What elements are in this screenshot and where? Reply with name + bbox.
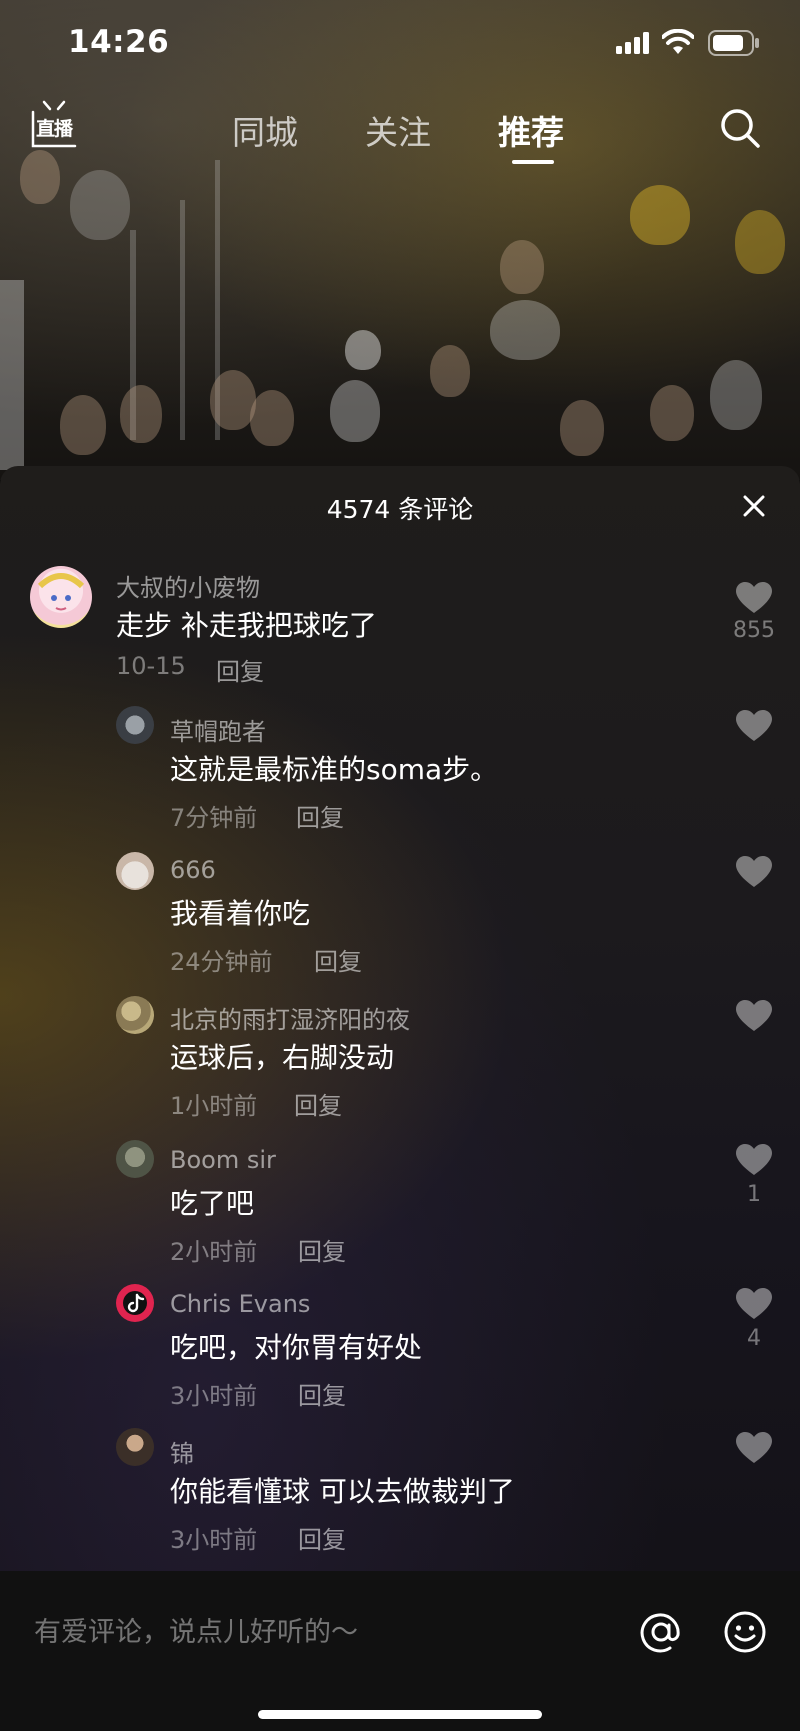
emoji-icon[interactable] bbox=[722, 1609, 768, 1655]
battery-icon bbox=[708, 30, 759, 56]
avatar[interactable] bbox=[116, 1428, 154, 1466]
top-navigation: 直播 同城 关注 推荐 bbox=[0, 96, 800, 166]
comment-input[interactable] bbox=[32, 1601, 596, 1663]
avatar[interactable] bbox=[30, 566, 92, 628]
comment-text: 你能看懂球 可以去做裁判了 bbox=[170, 1475, 515, 1508]
heart-icon[interactable] bbox=[736, 1288, 772, 1320]
signal-icon bbox=[616, 32, 649, 54]
heart-icon[interactable] bbox=[736, 582, 772, 614]
heart-icon[interactable] bbox=[736, 1000, 772, 1032]
avatar[interactable] bbox=[116, 706, 154, 744]
comment-author[interactable]: 锦 bbox=[170, 1434, 194, 1469]
live-icon[interactable]: 直播 bbox=[30, 100, 78, 150]
comment-input-bar bbox=[0, 1571, 800, 1731]
comment-text: 这就是最标准的soma步。 bbox=[170, 753, 499, 786]
comment-time: 3小时前 bbox=[170, 1526, 258, 1554]
reply-button[interactable]: 回复 bbox=[298, 1376, 346, 1411]
comment-time: 7分钟前 bbox=[170, 804, 258, 832]
avatar[interactable] bbox=[116, 852, 154, 890]
comment-time: 1小时前 bbox=[170, 1092, 258, 1120]
at-mention-icon[interactable] bbox=[638, 1609, 684, 1655]
reply-button[interactable]: 回复 bbox=[294, 1086, 342, 1121]
status-time: 14:26 bbox=[68, 24, 170, 60]
heart-icon[interactable] bbox=[736, 856, 772, 888]
tab-nearby[interactable]: 同城 bbox=[232, 106, 298, 154]
active-tab-indicator bbox=[512, 160, 554, 164]
heart-icon[interactable] bbox=[736, 710, 772, 742]
like-count: 855 bbox=[733, 618, 775, 643]
comment-author[interactable]: Chris Evans bbox=[170, 1290, 310, 1318]
heart-icon[interactable] bbox=[736, 1432, 772, 1464]
avatar[interactable] bbox=[116, 1140, 154, 1178]
close-icon[interactable] bbox=[738, 490, 770, 522]
comment-author[interactable]: 大叔的小废物 bbox=[116, 568, 260, 603]
reply-button[interactable]: 回复 bbox=[314, 942, 362, 977]
avatar[interactable] bbox=[116, 996, 154, 1034]
heart-icon[interactable] bbox=[736, 1144, 772, 1176]
comments-panel: 4574 条评论 大叔的小废物 走步 补走我把球吃了 10-15 回复 855 bbox=[0, 466, 800, 1571]
app-screen: 14:26 直播 同城 关注 推荐 4574 条评论 大叔的小废物 走步 补走我… bbox=[0, 0, 800, 1731]
comment-time: 2小时前 bbox=[170, 1238, 258, 1266]
comment-text: 走步 补走我把球吃了 bbox=[116, 609, 377, 642]
tab-recommended[interactable]: 推荐 bbox=[498, 106, 564, 154]
comment-count-title: 4574 条评论 bbox=[326, 495, 474, 524]
reply-button[interactable]: 回复 bbox=[216, 652, 264, 687]
comment-text: 我看着你吃 bbox=[170, 897, 311, 930]
wifi-icon bbox=[662, 29, 694, 54]
reply-button[interactable]: 回复 bbox=[296, 798, 344, 833]
like-count: 4 bbox=[747, 1326, 761, 1351]
reply-button[interactable]: 回复 bbox=[298, 1520, 346, 1555]
reply-button[interactable]: 回复 bbox=[298, 1232, 346, 1267]
avatar[interactable] bbox=[116, 1284, 154, 1322]
comment-author[interactable]: Boom sir bbox=[170, 1146, 276, 1174]
comment-author[interactable]: 草帽跑者 bbox=[170, 712, 266, 747]
comment-time: 3小时前 bbox=[170, 1382, 258, 1410]
comment-text: 吃了吧 bbox=[170, 1187, 255, 1220]
live-label: 直播 bbox=[35, 118, 73, 140]
comment-time: 10-15 bbox=[116, 652, 186, 680]
comment-author[interactable]: 666 bbox=[170, 856, 216, 884]
comment-time: 24分钟前 bbox=[170, 948, 273, 976]
search-icon[interactable] bbox=[718, 106, 762, 150]
home-indicator[interactable] bbox=[258, 1710, 542, 1719]
comment-text: 运球后，右脚没动 bbox=[170, 1041, 395, 1074]
like-count: 1 bbox=[747, 1182, 761, 1207]
status-bar: 14:26 bbox=[0, 0, 800, 86]
comment-text: 吃吧，对你胃有好处 bbox=[170, 1331, 423, 1364]
comment-author[interactable]: 北京的雨打湿济阳的夜 bbox=[170, 1000, 410, 1035]
tab-following[interactable]: 关注 bbox=[365, 106, 431, 154]
